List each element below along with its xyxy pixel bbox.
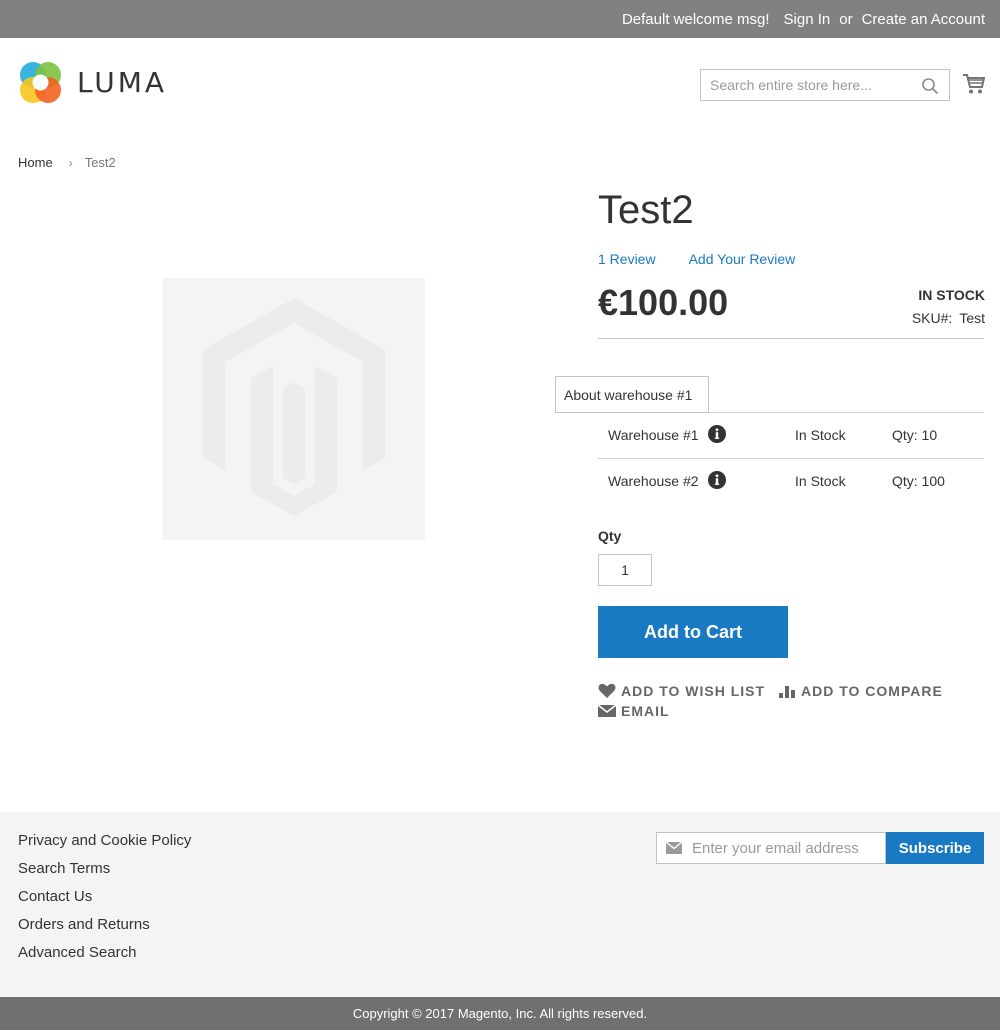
warehouse-qty: Qty: 100	[892, 473, 945, 489]
breadcrumb-home[interactable]: Home	[18, 155, 53, 170]
sku-value: Test	[959, 310, 985, 326]
logo[interactable]: LUMA	[18, 60, 167, 105]
warehouse-tooltip: About warehouse #1	[555, 376, 709, 413]
product-image[interactable]	[163, 278, 425, 540]
info-icon[interactable]	[708, 425, 726, 443]
breadcrumb-separator: ›	[68, 155, 73, 170]
warehouse-name: Warehouse #2	[608, 473, 699, 489]
info-icon[interactable]	[708, 471, 726, 489]
product-title: Test2	[598, 188, 694, 232]
table-row: Warehouse #1 In Stock Qty: 10	[598, 412, 984, 458]
newsletter-field	[656, 832, 886, 864]
sku-label: SKU#:	[911, 310, 953, 326]
email-link[interactable]: EMAIL	[598, 703, 670, 719]
warehouse-status: In Stock	[795, 473, 846, 489]
table-row: Warehouse #2 In Stock Qty: 100	[598, 458, 984, 504]
breadcrumb-current: Test2	[84, 155, 116, 170]
create-account-link[interactable]: Create an Account	[862, 11, 985, 28]
review-count-link[interactable]: 1 Review	[598, 251, 656, 267]
warehouse-qty: Qty: 10	[892, 427, 938, 443]
cart-icon[interactable]	[962, 72, 986, 96]
add-to-cart-button[interactable]: Add to Cart	[598, 606, 788, 658]
magento-placeholder-icon	[203, 298, 385, 516]
sign-in-link[interactable]: Sign In	[784, 11, 831, 28]
warehouse-name: Warehouse #1	[608, 427, 699, 443]
envelope-icon	[598, 704, 616, 717]
divider	[598, 338, 984, 339]
newsletter-email-input[interactable]	[692, 833, 882, 863]
wishlist-label: ADD TO WISH LIST	[621, 683, 766, 699]
footer-link-search-terms[interactable]: Search Terms	[18, 860, 191, 888]
logo-text: LUMA	[77, 66, 168, 99]
footer-link-privacy[interactable]: Privacy and Cookie Policy	[18, 832, 191, 860]
breadcrumb: Home › Test2	[18, 155, 116, 170]
compare-icon	[779, 686, 795, 698]
warehouse-status: In Stock	[795, 427, 846, 443]
compare-label: ADD TO COMPARE	[801, 683, 943, 699]
footer: Privacy and Cookie Policy Search Terms C…	[0, 812, 1000, 997]
footer-links: Privacy and Cookie Policy Search Terms C…	[18, 832, 191, 972]
qty-label: Qty	[598, 528, 622, 544]
warehouse-table: Warehouse #1 In Stock Qty: 10 Warehouse …	[598, 412, 984, 504]
add-review-link[interactable]: Add Your Review	[689, 251, 796, 267]
search-icon[interactable]	[921, 77, 939, 95]
footer-link-contact[interactable]: Contact Us	[18, 888, 191, 916]
envelope-icon	[666, 842, 682, 854]
email-label: EMAIL	[621, 703, 670, 719]
stock-status: IN STOCK	[918, 287, 985, 303]
copyright: Copyright © 2017 Magento, Inc. All right…	[0, 997, 1000, 1030]
product-sku: SKU#: Test	[912, 310, 985, 326]
footer-link-orders-returns[interactable]: Orders and Returns	[18, 916, 191, 944]
product-price: €100.00	[598, 282, 729, 323]
heart-icon	[598, 683, 616, 698]
qty-input[interactable]	[598, 554, 652, 586]
or-text: or	[839, 10, 853, 28]
footer-link-advanced-search[interactable]: Advanced Search	[18, 944, 191, 972]
search-box	[700, 69, 950, 101]
reviews-summary: 1 Review Add Your Review	[598, 251, 795, 267]
header-panel: Default welcome msg! Sign In or Create a…	[0, 0, 1000, 38]
add-to-compare-link[interactable]: ADD TO COMPARE	[778, 683, 943, 699]
header-links: Default welcome msg! Sign In or Create a…	[622, 0, 985, 38]
subscribe-button[interactable]: Subscribe	[886, 832, 984, 864]
welcome-message: Default welcome msg!	[621, 10, 770, 28]
luma-logo-icon	[20, 62, 61, 103]
search-input[interactable]	[701, 70, 911, 100]
add-to-wishlist-link[interactable]: ADD TO WISH LIST	[598, 683, 765, 699]
